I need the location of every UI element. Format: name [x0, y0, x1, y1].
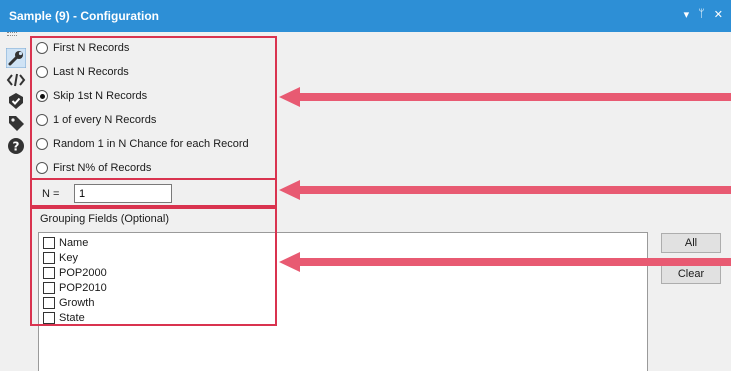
code-icon[interactable] — [6, 70, 26, 90]
option-label: Skip 1st N Records — [53, 90, 148, 102]
window-title: Sample (9) - Configuration — [9, 9, 159, 23]
radio-first-n[interactable] — [36, 42, 48, 54]
grip-icon[interactable] — [7, 32, 17, 36]
field-name: POP2010 — [59, 281, 107, 294]
help-icon[interactable]: ? — [6, 136, 26, 156]
field-name: POP2000 — [59, 266, 107, 279]
grouping-fields-list[interactable]: Name Key POP2000 POP2010 Growth State — [38, 232, 648, 371]
option-first-n-percent[interactable]: First N% of Records — [36, 159, 151, 177]
radio-last-n[interactable] — [36, 66, 48, 78]
n-input[interactable] — [74, 184, 172, 203]
close-icon[interactable]: ✕ — [714, 8, 723, 21]
radio-1-of-every-n[interactable] — [36, 114, 48, 126]
window-controls: ▾ ᛘ ✕ — [684, 8, 723, 21]
option-first-n[interactable]: First N Records — [36, 39, 129, 57]
n-label: N = — [42, 188, 60, 200]
option-random-1-in-n[interactable]: Random 1 in N Chance for each Record — [36, 135, 249, 153]
dropdown-icon[interactable]: ▾ — [684, 8, 690, 21]
option-label: Random 1 in N Chance for each Record — [53, 138, 249, 150]
checkbox[interactable] — [43, 281, 55, 294]
all-button[interactable]: All — [661, 233, 721, 253]
field-name: Growth — [59, 296, 95, 309]
checkbox[interactable] — [43, 266, 55, 279]
radio-random-1-in-n[interactable] — [36, 138, 48, 150]
list-item[interactable]: State — [43, 310, 85, 325]
option-label: 1 of every N Records — [53, 114, 157, 126]
option-label: Last N Records — [53, 66, 129, 78]
grouping-fields-label: Grouping Fields (Optional) — [40, 213, 170, 225]
list-item[interactable]: POP2000 — [43, 265, 107, 280]
option-label: First N Records — [53, 42, 130, 54]
option-skip-1st-n[interactable]: Skip 1st N Records — [36, 87, 147, 105]
radio-skip-1st-n[interactable] — [36, 90, 48, 102]
list-item[interactable]: Growth — [43, 295, 94, 310]
checkbox[interactable] — [43, 311, 55, 324]
svg-text:?: ? — [13, 140, 20, 154]
field-name: Name — [59, 236, 89, 249]
list-item[interactable]: POP2010 — [43, 280, 107, 295]
field-name: Key — [59, 251, 78, 264]
list-item[interactable]: Key — [43, 250, 78, 265]
tag-icon[interactable] — [6, 113, 26, 133]
pin-icon[interactable]: ᛘ — [698, 8, 705, 21]
checkbox[interactable] — [43, 236, 55, 249]
option-label: First N% of Records — [53, 162, 152, 174]
wrench-icon[interactable] — [5, 47, 27, 69]
clear-button[interactable]: Clear — [661, 264, 721, 284]
configuration-window: Sample (9) - Configuration ▾ ᛘ ✕ ? First… — [0, 0, 731, 371]
field-name: State — [59, 311, 85, 324]
radio-first-n-percent[interactable] — [36, 162, 48, 174]
option-1-of-every-n[interactable]: 1 of every N Records — [36, 111, 156, 129]
checkbox[interactable] — [43, 251, 55, 264]
check-shield-icon[interactable] — [6, 91, 26, 111]
list-item[interactable]: Name — [43, 235, 88, 250]
title-bar: Sample (9) - Configuration ▾ ᛘ ✕ — [0, 0, 731, 32]
checkbox[interactable] — [43, 296, 55, 309]
option-last-n[interactable]: Last N Records — [36, 63, 129, 81]
